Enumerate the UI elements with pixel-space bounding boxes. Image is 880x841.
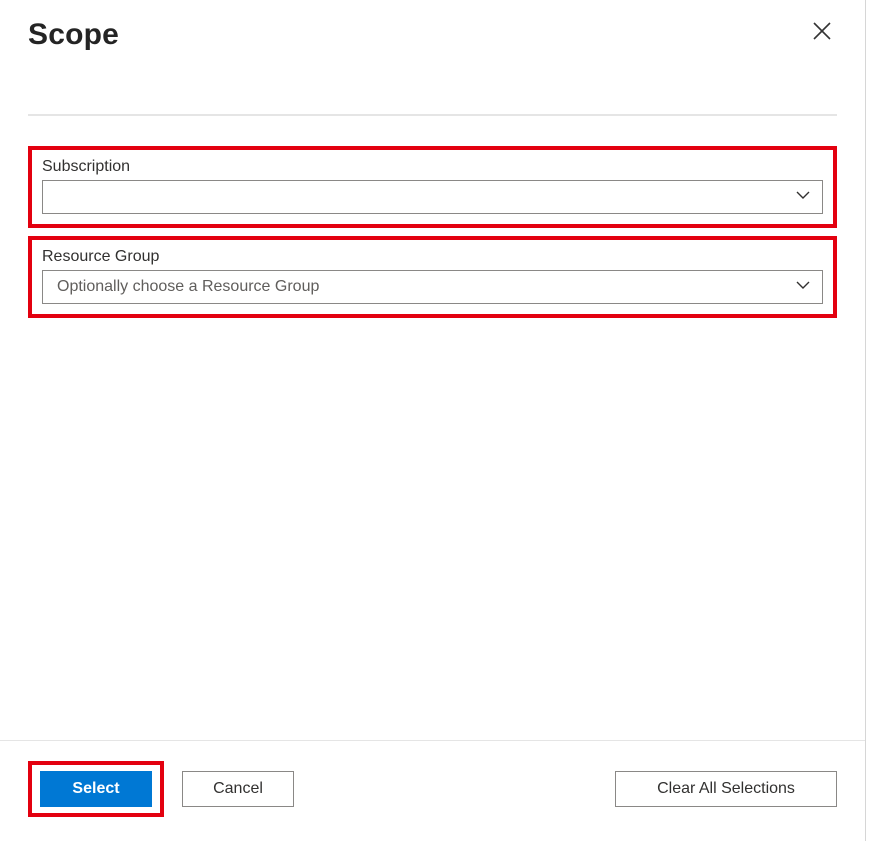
footer-left-group: Select Cancel [28, 761, 294, 817]
subscription-dropdown[interactable] [42, 180, 823, 214]
resource-group-dropdown[interactable]: Optionally choose a Resource Group [42, 270, 823, 304]
select-button-highlight: Select [28, 761, 164, 817]
subscription-highlight: Subscription [28, 146, 837, 228]
panel-footer: Select Cancel Clear All Selections [0, 740, 865, 841]
form-region: Subscription Resource Group Optionally c… [28, 146, 837, 740]
scope-panel: Scope Subscription Resource Group Option… [0, 0, 866, 841]
select-button[interactable]: Select [40, 771, 152, 807]
cancel-button[interactable]: Cancel [182, 771, 294, 807]
subscription-label: Subscription [42, 158, 823, 176]
chevron-down-icon [794, 186, 812, 209]
clear-all-button[interactable]: Clear All Selections [615, 771, 837, 807]
resource-group-placeholder: Optionally choose a Resource Group [57, 278, 319, 296]
panel-header: Scope [28, 18, 837, 116]
panel-title: Scope [28, 18, 119, 52]
resource-group-label: Resource Group [42, 248, 823, 266]
resource-group-highlight: Resource Group Optionally choose a Resou… [28, 236, 837, 318]
chevron-down-icon [794, 276, 812, 299]
close-icon [813, 27, 831, 44]
close-button[interactable] [813, 22, 831, 45]
